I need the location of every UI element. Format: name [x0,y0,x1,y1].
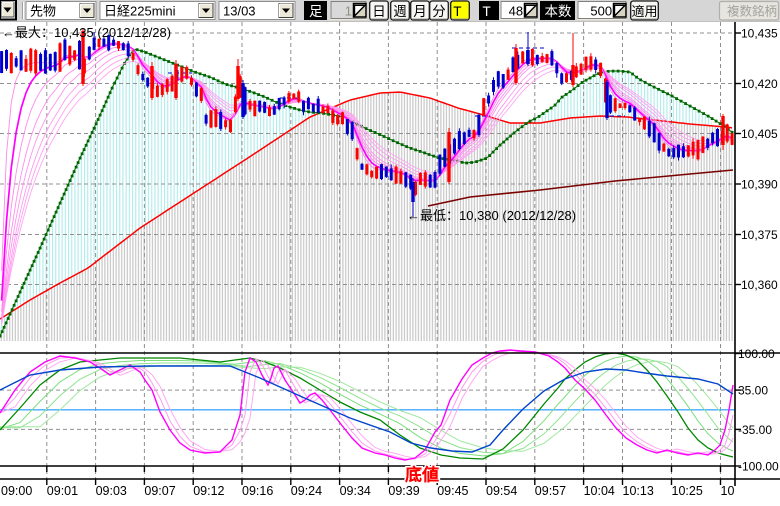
svg-text:09:12: 09:12 [193,484,224,498]
svg-text:底値: 底値 [405,465,439,485]
svg-text:10:13: 10:13 [623,484,654,498]
svg-text:足: 足 [309,4,323,19]
svg-text:10,360: 10,360 [741,278,778,292]
svg-text:10,420: 10,420 [741,77,778,91]
svg-text:09:16: 09:16 [242,484,273,498]
svg-text:48: 48 [509,4,523,19]
svg-text:複数銘柄: 複数銘柄 [727,4,777,19]
svg-text:10:25: 10:25 [672,484,703,498]
svg-text:日経225mini: 日経225mini [104,4,176,19]
svg-text:09:39: 09:39 [388,484,419,498]
svg-text:10:04: 10:04 [584,484,615,498]
svg-text:09:03: 09:03 [96,484,127,498]
svg-text:分: 分 [432,4,446,19]
svg-text:←最低：10,380 (2012/12/28): ←最低：10,380 (2012/12/28) [407,208,576,223]
svg-text:本数: 本数 [545,4,573,19]
svg-text:10,390: 10,390 [741,178,778,192]
svg-text:100.00: 100.00 [738,347,775,361]
svg-text:09:57: 09:57 [535,484,566,498]
svg-text:10,405: 10,405 [741,127,778,141]
svg-text:09:54: 09:54 [486,484,517,498]
svg-text:10,375: 10,375 [741,228,778,242]
svg-text:09:07: 09:07 [144,484,175,498]
svg-text:1: 1 [345,4,352,19]
svg-text:-35.00: -35.00 [738,423,772,437]
svg-text:←最大：10,435 (2012/12/28): ←最大：10,435 (2012/12/28) [2,25,171,40]
svg-text:週: 週 [393,4,407,19]
svg-text:09:34: 09:34 [340,484,371,498]
svg-text:09:01: 09:01 [47,484,78,498]
svg-text:13/03: 13/03 [223,4,256,19]
svg-text:35.00: 35.00 [738,384,768,398]
svg-text:09:24: 09:24 [291,484,322,498]
svg-text:月: 月 [413,4,427,19]
svg-text:-100.00: -100.00 [738,460,779,474]
svg-text:日: 日 [372,4,386,19]
svg-text:09:00: 09:00 [1,484,32,498]
svg-text:09:45: 09:45 [437,484,468,498]
svg-text:T: T [453,4,461,19]
svg-text:適用: 適用 [632,4,658,19]
svg-text:10,435: 10,435 [741,27,778,41]
svg-text:500: 500 [590,4,612,19]
svg-text:T: T [483,4,491,19]
svg-text:先物: 先物 [30,4,56,19]
